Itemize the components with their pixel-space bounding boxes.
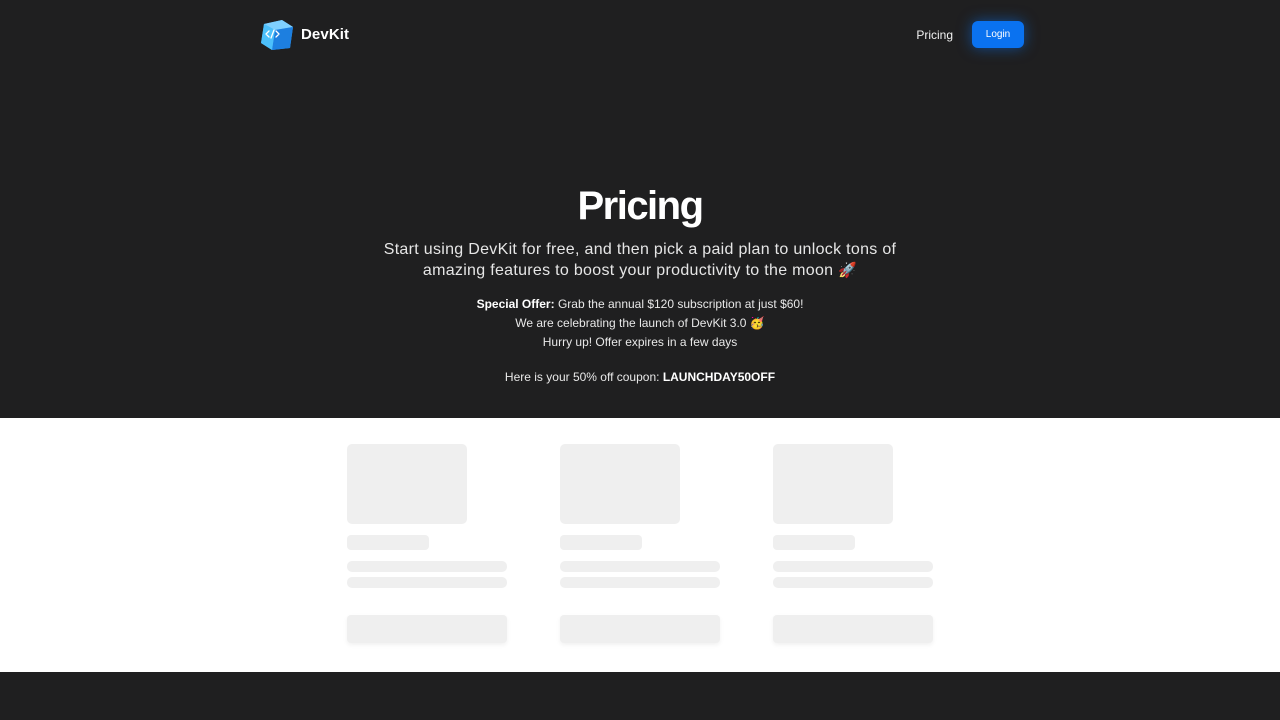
offer-text: Grab the annual $120 subscription at jus… xyxy=(557,297,804,311)
party-face-icon: 🥳 xyxy=(749,316,765,330)
pricing-hero: Pricing Start using DevKit for free, and… xyxy=(0,180,1280,384)
top-nav: Pricing Login xyxy=(916,21,1024,48)
celebration-text: We are celebrating the launch of DevKit … xyxy=(515,316,747,330)
hero-subtitle: Start using DevKit for free, and then pi… xyxy=(380,239,900,281)
skeleton-title xyxy=(560,535,642,550)
skeleton-title xyxy=(773,535,855,550)
special-offer: Special Offer: Grab the annual $120 subs… xyxy=(0,295,1280,352)
login-button[interactable]: Login xyxy=(972,21,1024,48)
skeleton-button xyxy=(347,615,507,643)
page-title: Pricing xyxy=(577,184,704,228)
skeleton-button xyxy=(560,615,720,643)
offer-label: Special Offer: xyxy=(476,297,555,311)
skeleton-line xyxy=(347,577,507,588)
skeleton-line xyxy=(347,561,507,572)
nav-pricing-link[interactable]: Pricing xyxy=(916,28,953,42)
skeleton-line xyxy=(773,561,933,572)
coupon-code[interactable]: LAUNCHDAY50OFF xyxy=(663,370,775,384)
code-cube-icon xyxy=(261,20,293,50)
skeleton-image xyxy=(347,444,467,524)
pricing-cards-loading xyxy=(0,418,1280,672)
skeleton-image xyxy=(560,444,680,524)
skeleton-line xyxy=(560,577,720,588)
celebration-line: We are celebrating the launch of DevKit … xyxy=(0,314,1280,333)
skeleton-image xyxy=(773,444,893,524)
coupon-line: Here is your 50% off coupon: LAUNCHDAY50… xyxy=(0,370,1280,384)
rocket-icon: 🚀 xyxy=(838,261,858,279)
site-header: DevKit Pricing Login xyxy=(0,0,1280,70)
offer-line: Special Offer: Grab the annual $120 subs… xyxy=(0,295,1280,314)
skeleton-button xyxy=(773,615,933,643)
hero-subtitle-text: Start using DevKit for free, and then pi… xyxy=(383,241,897,279)
skeleton-line xyxy=(773,577,933,588)
hurry-text: Hurry up! Offer expires in a few days xyxy=(542,335,738,349)
brand-logo[interactable]: DevKit xyxy=(260,19,349,50)
skeleton-line xyxy=(560,561,720,572)
coupon-label: Here is your 50% off coupon: xyxy=(504,370,660,384)
brand-name: DevKit xyxy=(301,26,350,43)
skeleton-title xyxy=(347,535,429,550)
site-footer xyxy=(0,672,1280,720)
